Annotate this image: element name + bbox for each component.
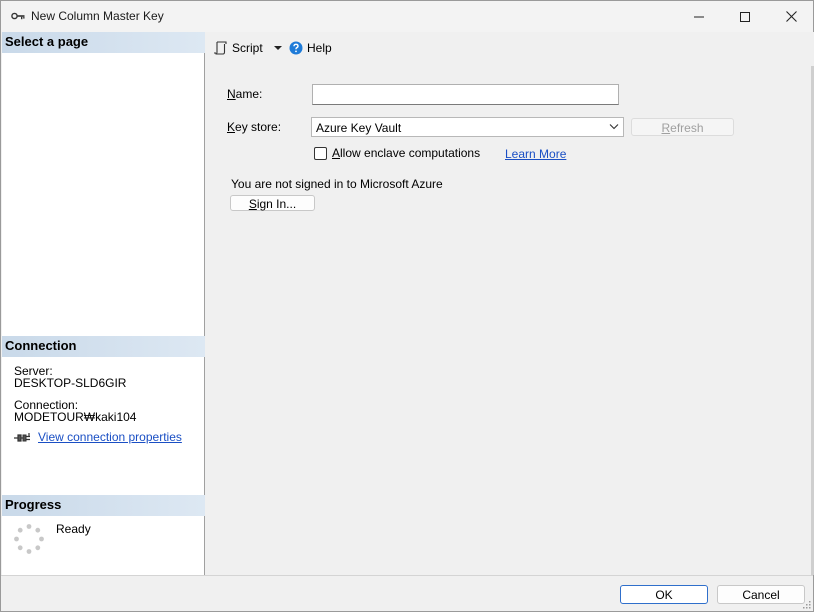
script-label: Script (232, 41, 263, 55)
left-pane: Select a page Connection Server: DESKTOP… (2, 32, 205, 575)
key-store-value: Azure Key Vault (316, 121, 402, 135)
name-label: Name: (227, 87, 263, 101)
sign-in-button[interactable]: Sign In... (230, 195, 315, 211)
refresh-button[interactable]: Refresh (631, 118, 734, 136)
server-value: DESKTOP-SLD6GIR (14, 376, 127, 390)
progress-status: Ready (56, 522, 91, 536)
progress-header: Progress (2, 495, 205, 516)
toolbar: Script Help (206, 32, 813, 62)
cancel-button[interactable]: Cancel (717, 585, 805, 604)
name-input[interactable] (312, 84, 619, 105)
allow-enclave-label: Allow enclave computations (332, 146, 481, 160)
help-icon (289, 41, 303, 55)
chevron-down-icon (609, 124, 619, 130)
close-icon (785, 11, 797, 22)
minimize-button[interactable] (676, 1, 722, 32)
window-title: New Column Master Key (31, 9, 164, 23)
connection-header: Connection (2, 336, 205, 357)
maximize-button[interactable] (722, 1, 768, 32)
script-button[interactable]: Script (214, 41, 283, 55)
close-button[interactable] (768, 1, 814, 32)
minimize-icon (694, 16, 704, 17)
script-icon (214, 41, 227, 55)
allow-enclave-checkbox[interactable] (314, 147, 327, 160)
help-label: Help (307, 41, 332, 55)
view-connection-properties-link[interactable]: View connection properties (38, 430, 182, 444)
right-pane: Script Help Name: Key store: Azure Key V… (206, 32, 814, 575)
maximize-icon (740, 11, 750, 22)
help-button[interactable]: Help (289, 41, 332, 55)
dialog-window: New Column Master Key Select a page Conn… (0, 0, 814, 612)
dialog-footer: OK Cancel (1, 575, 813, 611)
title-bar: New Column Master Key (1, 1, 813, 32)
resize-grip-icon[interactable] (801, 599, 811, 609)
refresh-label: Refresh (661, 121, 704, 135)
progress-spinner-icon (14, 524, 44, 554)
connection-plug-icon (14, 433, 30, 442)
key-store-select[interactable]: Azure Key Vault (311, 117, 624, 137)
ok-button[interactable]: OK (620, 585, 708, 604)
key-store-label: Key store: (227, 120, 282, 134)
key-icon (11, 12, 25, 20)
azure-status-text: You are not signed in to Microsoft Azure (231, 177, 443, 191)
chevron-down-icon (273, 46, 282, 50)
connection-value: MODETOUR₩kaki104 (14, 410, 137, 424)
select-page-header: Select a page (2, 32, 205, 53)
sign-in-label: Sign In... (248, 197, 297, 211)
learn-more-link[interactable]: Learn More (505, 147, 566, 161)
